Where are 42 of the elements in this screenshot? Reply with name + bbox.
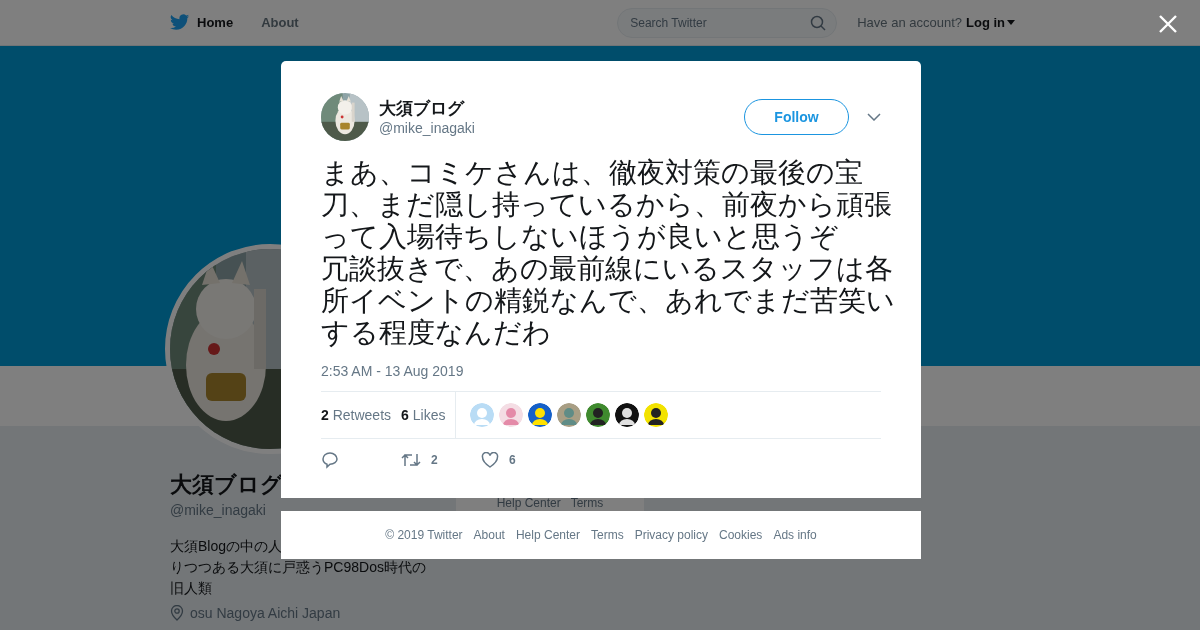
- footer-link[interactable]: Help Center: [515, 528, 580, 542]
- action-count: 6: [509, 453, 516, 467]
- follow-button[interactable]: Follow: [744, 99, 849, 135]
- profile-location: osu Nagoya Aichi Japan: [190, 605, 341, 621]
- bio-line: りつつある大須に戸惑うPC98Dos時代の: [170, 558, 426, 577]
- footer-link[interactable]: Terms: [591, 528, 624, 542]
- bio-line: 旧人類: [170, 579, 212, 598]
- search-field[interactable]: Search Twitter: [617, 7, 838, 38]
- profile-handle: @mike_inagaki: [170, 502, 266, 518]
- bio-line: 大須Blogの中の人: [170, 537, 283, 556]
- footer-link[interactable]: © 2019 Twitter: [385, 528, 463, 542]
- close-button[interactable]: [1158, 14, 1178, 34]
- login-link[interactable]: Log in: [966, 15, 1015, 30]
- account-prompt: Have an account?: [857, 15, 962, 30]
- search-icon[interactable]: [810, 14, 827, 31]
- liker-avatar[interactable]: [644, 403, 669, 427]
- side-link[interactable]: Help Center: [496, 496, 561, 510]
- tweet-text: 冗談抜きで、あの最前線にいるスタッフは各所イベントの精鋭なんで、あれでまだ苦笑いする程度なんだわ: [321, 253, 895, 349]
- tweet-timestamp[interactable]: 2:53 AM - 13 Aug 2019: [321, 363, 881, 379]
- footer-link[interactable]: Privacy policy: [634, 528, 708, 542]
- retweet-icon[interactable]: [401, 452, 421, 468]
- footer-link[interactable]: Cookies: [719, 528, 763, 542]
- liker-avatar[interactable]: [615, 403, 640, 427]
- reply-icon[interactable]: [321, 451, 339, 469]
- chevron-down-icon[interactable]: [867, 113, 881, 121]
- footer-link[interactable]: About: [473, 528, 505, 542]
- tweet-text: まあ、コミケさんは、徹夜対策の最後の宝刀、まだ隠し持っているから、前夜から頑張って入場待ちしないほうが良いと思うぞ: [321, 157, 893, 253]
- stat-count[interactable]: 6 Likes: [401, 407, 446, 423]
- caret-icon: [1007, 20, 1015, 25]
- profile-name: 大須ブログ: [170, 472, 283, 498]
- heart-icon[interactable]: [481, 452, 499, 468]
- author-name[interactable]: 大須ブログ: [379, 97, 744, 119]
- bird-icon: [170, 14, 190, 31]
- side-link[interactable]: Terms: [570, 496, 604, 510]
- location-pin-icon: [170, 605, 184, 621]
- action-count: 2: [431, 453, 438, 467]
- liker-avatar[interactable]: [586, 403, 611, 427]
- nav-link[interactable]: Home: [170, 14, 234, 31]
- nav-link[interactable]: About: [261, 15, 299, 30]
- author-handle[interactable]: @mike_inagaki: [379, 118, 744, 137]
- stat-count[interactable]: 2 Retweets: [321, 407, 392, 423]
- footer-link[interactable]: Ads info: [773, 528, 817, 542]
